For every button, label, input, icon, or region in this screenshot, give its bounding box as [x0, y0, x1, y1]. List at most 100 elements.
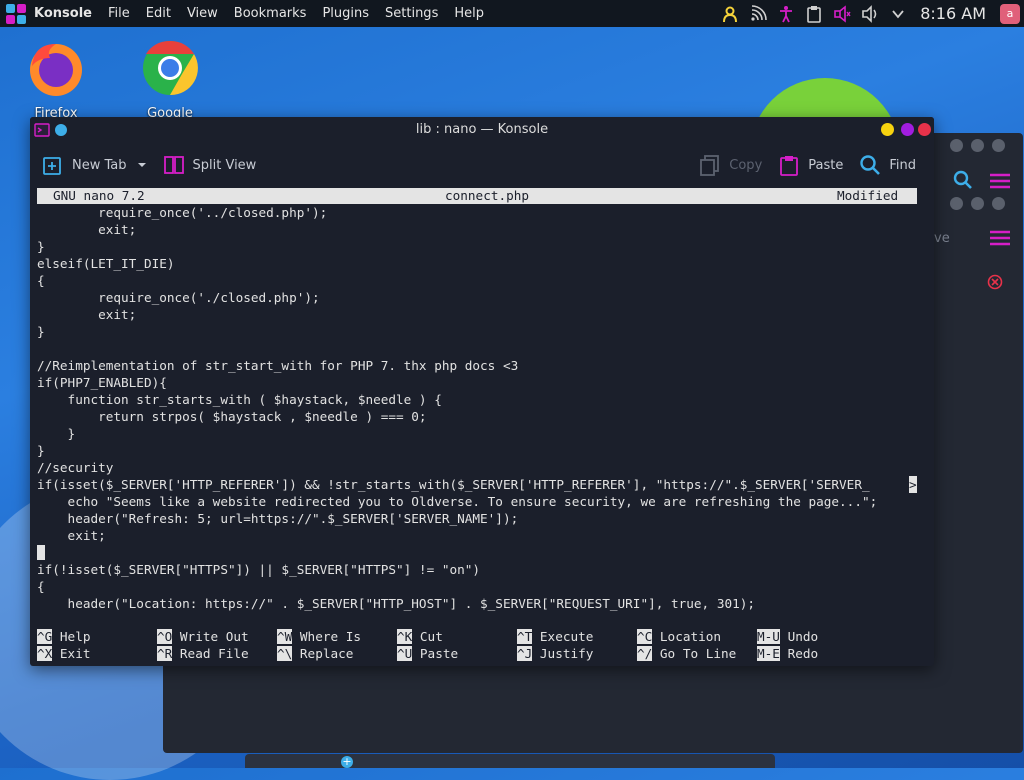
menu-view[interactable]: View [187, 6, 218, 21]
volume-icon[interactable] [859, 3, 881, 25]
shortcut-key: ^G [37, 629, 53, 644]
hamburger-menu-icon[interactable] [989, 230, 1011, 250]
shortcut-key: ^T [517, 629, 533, 644]
konsole-toolbar: New Tab Split View Copy Paste Find [30, 143, 934, 187]
shortcut-go-to-line[interactable]: ^/ Go To Line [637, 646, 736, 661]
shortcut-justify[interactable]: ^J Justify [517, 646, 593, 661]
shortcut-paste[interactable]: ^U Paste [397, 646, 458, 661]
shortcut-label: Where Is [299, 629, 362, 644]
hamburger-menu-icon[interactable] [989, 173, 1011, 193]
code-line: echo "Seems like a website redirected yo… [37, 494, 878, 509]
shortcut-label: Write Out [179, 629, 249, 644]
paste-button[interactable]: Paste [770, 154, 851, 176]
app-launcher-icon[interactable] [6, 3, 26, 24]
search-icon[interactable] [953, 170, 973, 194]
chrome-icon [143, 40, 198, 96]
menu-help[interactable]: Help [454, 6, 484, 21]
menu-edit[interactable]: Edit [146, 6, 171, 21]
code-line: } [37, 239, 45, 254]
split-view-button[interactable]: Split View [155, 154, 265, 176]
search-icon [859, 154, 881, 176]
chevron-down-icon[interactable] [137, 158, 147, 173]
shortcut-read-file[interactable]: ^R Read File [157, 646, 249, 661]
nano-filename: connect.php [445, 188, 530, 203]
shortcut-label: Go To Line [659, 646, 737, 661]
code-line: require_once('./closed.php'); [37, 290, 320, 305]
code-line: } [37, 443, 45, 458]
copy-button[interactable]: Copy [691, 154, 770, 176]
user-icon[interactable] [719, 3, 741, 25]
menu-bookmarks[interactable]: Bookmarks [234, 6, 307, 21]
wifi-icon[interactable] [747, 3, 769, 25]
find-button[interactable]: Find [851, 154, 924, 176]
bg-control-dot[interactable] [971, 139, 984, 152]
shortcut-cut[interactable]: ^K Cut [397, 629, 443, 644]
shortcut-undo[interactable]: M-U Undo [757, 629, 818, 644]
bg-control-dot[interactable] [992, 197, 1005, 210]
terminal-area[interactable]: GNU nano 7.2 connect.php Modified requir… [37, 188, 927, 663]
active-app-name: Konsole [34, 6, 92, 21]
bg-control-dot[interactable] [971, 197, 984, 210]
top-panel: Konsole File Edit View Bookmarks Plugins… [0, 0, 1024, 27]
code-line: //Reimplementation of str_start_with for… [37, 358, 519, 373]
firefox-icon [30, 44, 82, 96]
shortcut-key: M-U [757, 629, 780, 644]
shortcut-key: ^/ [637, 646, 653, 661]
code-line: { [37, 273, 45, 288]
microphone-muted-icon[interactable] [831, 3, 853, 25]
bg-control-dot[interactable] [992, 139, 1005, 152]
menu-plugins[interactable]: Plugins [322, 6, 369, 21]
shortcut-redo[interactable]: M-E Redo [757, 646, 818, 661]
shortcut-label: Read File [179, 646, 249, 661]
shortcut-replace[interactable]: ^\ Replace [277, 646, 353, 661]
shortcut-help[interactable]: ^G Help [37, 629, 90, 644]
maximize-button[interactable] [901, 123, 914, 136]
split-view-label: Split View [192, 157, 257, 173]
desktop-icon-firefox[interactable]: Firefox [20, 36, 92, 121]
shortcut-write-out[interactable]: ^O Write Out [157, 629, 249, 644]
close-button[interactable] [918, 123, 931, 136]
user-avatar[interactable]: a [1000, 3, 1020, 24]
taskbar-dock [245, 754, 775, 768]
bg-control-dot[interactable] [950, 197, 963, 210]
clipboard-icon[interactable] [803, 3, 825, 25]
new-tab-button[interactable]: New Tab [34, 154, 155, 176]
shortcut-label: Location [659, 629, 722, 644]
nano-version: GNU nano 7.2 [53, 188, 145, 203]
clock[interactable]: 8:16 AM [920, 4, 986, 23]
shortcut-exit[interactable]: ^X Exit [37, 646, 90, 661]
shortcut-key: ^O [157, 629, 173, 644]
shortcut-key: ^W [277, 629, 293, 644]
accessibility-icon[interactable] [775, 3, 797, 25]
shortcut-location[interactable]: ^C Location [637, 629, 721, 644]
bg-window-text: ve [934, 231, 950, 246]
shortcut-label: Paste [419, 646, 459, 661]
shortcut-where-is[interactable]: ^W Where Is [277, 629, 361, 644]
code-line: if(!isset($_SERVER["HTTPS"]) || $_SERVER… [37, 562, 481, 577]
window-titlebar[interactable]: lib : nano — Konsole [30, 117, 934, 143]
code-line: elseif(LET_IT_DIE) [37, 256, 175, 271]
shortcut-label: Replace [299, 646, 354, 661]
close-circle-icon[interactable] [987, 274, 1003, 294]
shortcut-label: Exit [59, 646, 91, 661]
shortcut-label: Execute [539, 629, 594, 644]
shortcut-execute[interactable]: ^T Execute [517, 629, 593, 644]
shortcut-key: M-E [757, 646, 780, 661]
code-line: require_once('../closed.php'); [37, 205, 328, 220]
menu-settings[interactable]: Settings [385, 6, 438, 21]
bg-control-dot[interactable] [950, 139, 963, 152]
minimize-button[interactable] [881, 123, 894, 136]
chevron-down-icon[interactable] [887, 3, 909, 25]
code-line: } [37, 426, 76, 441]
code-line: return strpos( $haystack , $needle ) ===… [37, 409, 427, 424]
shortcut-key: ^R [157, 646, 173, 661]
code-line: } [37, 324, 45, 339]
shortcut-label: Help [59, 629, 91, 644]
add-icon[interactable]: + [341, 756, 353, 768]
copy-label: Copy [729, 157, 763, 173]
copy-icon [699, 154, 721, 176]
bg-window-controls [950, 139, 1005, 152]
shortcut-label: Undo [787, 629, 819, 644]
menu-file[interactable]: File [108, 6, 130, 21]
konsole-window[interactable]: lib : nano — Konsole New Tab Split View [30, 117, 934, 666]
